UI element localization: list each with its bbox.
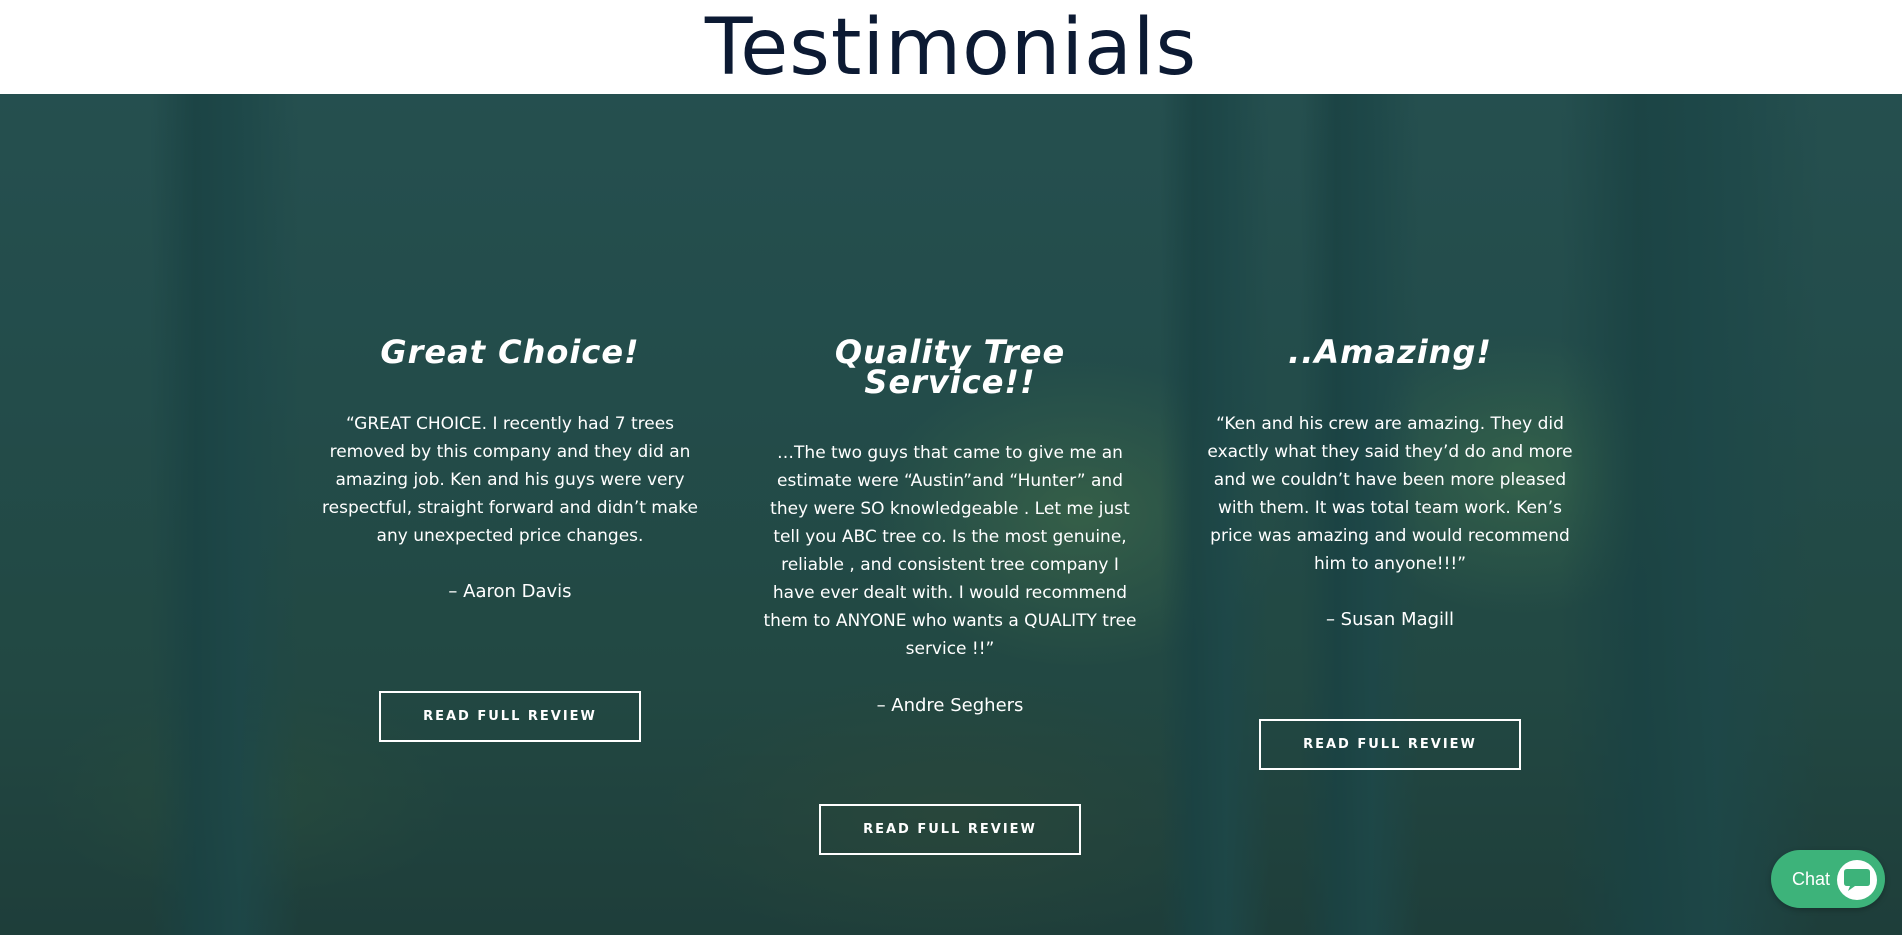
testimonial-author-wrap: – Andre Seghers: [760, 694, 1140, 718]
testimonial-card: Quality Tree Service!!: [760, 333, 1140, 401]
testimonial-author: – Susan Magill: [1325, 609, 1455, 630]
testimonial-quote-wrap: “Ken and his crew are amazing. They did …: [1200, 410, 1580, 578]
page: Testimonials Great Choice! “GREAT CHOICE…: [0, 0, 1902, 935]
testimonial-quote: “GREAT CHOICE. I recently had 7 trees re…: [322, 414, 698, 546]
testimonial-title: Great Choice!: [380, 333, 640, 371]
testimonial-author-wrap: – Susan Magill: [1200, 608, 1580, 632]
read-full-review-button[interactable]: READ FULL REVIEW: [379, 691, 641, 742]
chat-bubble-icon: [1837, 860, 1877, 900]
testimonial-quote: …The two guys that came to give me an es…: [763, 443, 1137, 659]
testimonial-author: – Aaron Davis: [448, 581, 572, 602]
testimonial-author-wrap: – Aaron Davis: [320, 580, 700, 604]
read-full-review-button[interactable]: READ FULL REVIEW: [819, 804, 1081, 855]
testimonial-quote: “Ken and his crew are amazing. They did …: [1207, 414, 1573, 574]
read-full-review-button[interactable]: READ FULL REVIEW: [1259, 719, 1521, 770]
header: Testimonials: [0, 0, 1902, 94]
testimonial-title: Quality Tree Service!!: [834, 333, 1066, 401]
testimonial-card: Great Choice!: [320, 333, 700, 371]
testimonial-author: – Andre Seghers: [876, 695, 1024, 716]
testimonial-card: ..Amazing!: [1200, 333, 1580, 371]
testimonial-title: ..Amazing!: [1288, 333, 1492, 371]
chat-button[interactable]: Chat: [1771, 850, 1885, 908]
testimonial-quote-wrap: …The two guys that came to give me an es…: [760, 439, 1140, 663]
page-title: Testimonials: [704, 3, 1198, 93]
testimonials-section: Great Choice! “GREAT CHOICE. I recently …: [0, 94, 1902, 935]
chat-label: Chat: [1792, 869, 1831, 889]
testimonial-quote-wrap: “GREAT CHOICE. I recently had 7 trees re…: [320, 410, 700, 550]
